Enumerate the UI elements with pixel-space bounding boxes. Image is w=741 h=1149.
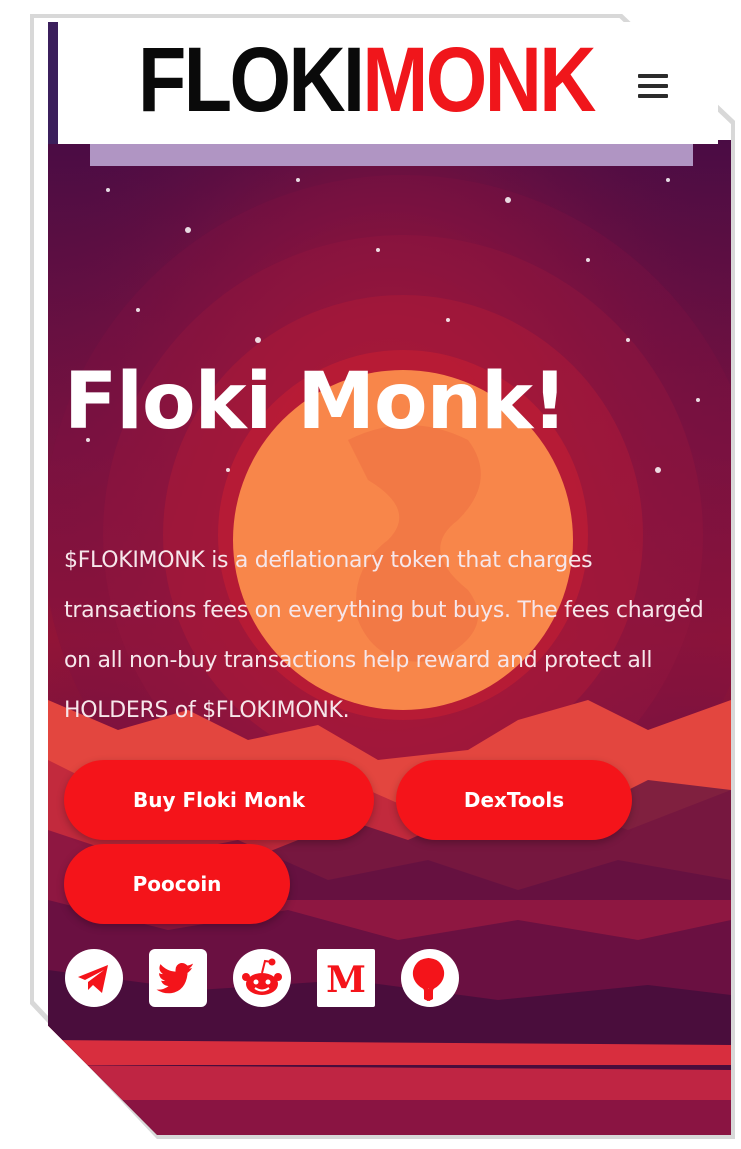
telegram-icon[interactable] [64,948,124,1008]
medium-icon[interactable]: M [316,948,376,1008]
hero-description: $FLOKIMONK is a deflationary token that … [64,548,704,723]
menu-line [638,74,668,78]
header-strip [90,144,693,166]
poocoin-button[interactable]: Poocoin [64,844,290,924]
menu-line [638,84,668,88]
buy-floki-monk-button[interactable]: Buy Floki Monk [64,760,374,840]
twitter-icon[interactable] [148,948,208,1008]
menu-line [638,94,668,98]
logo-text-monk: MONK [362,29,596,131]
logo-text-floki: FLOKI [138,29,365,131]
site-header: FLOKIMONK [48,22,718,144]
hero-title: Floki Monk! [64,357,568,447]
github-icon[interactable] [400,948,460,1008]
svg-text:M: M [326,959,366,1001]
hamburger-menu-icon[interactable] [638,74,668,98]
reddit-icon[interactable] [232,948,292,1008]
site-logo[interactable]: FLOKIMONK [138,29,596,131]
dextools-button[interactable]: DexTools [396,760,632,840]
